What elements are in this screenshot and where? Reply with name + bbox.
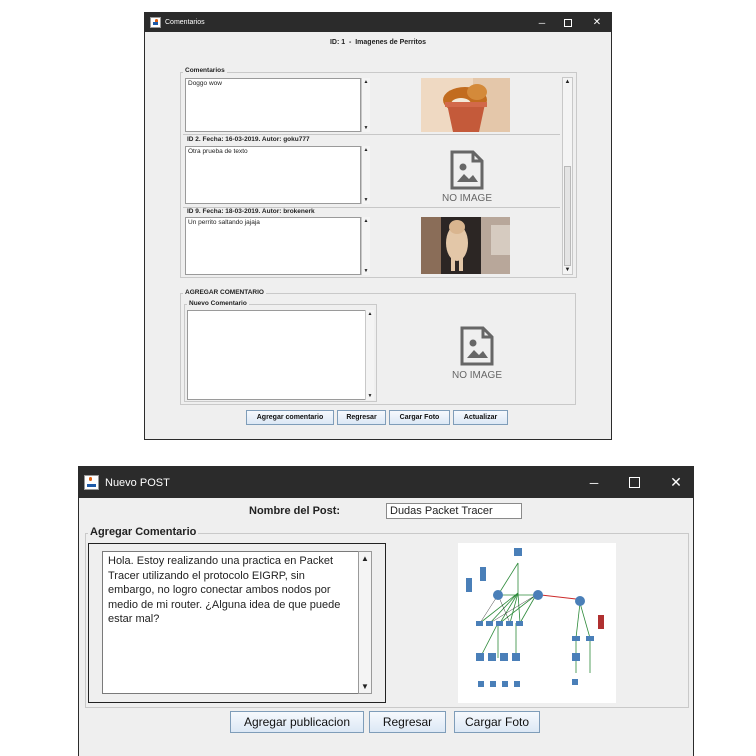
comment-3-scrollbar[interactable]: ▲ ▼: [361, 217, 370, 275]
comment-scrollbar[interactable]: ▲ ▼: [358, 551, 372, 694]
scroll-down-icon[interactable]: ▼: [366, 393, 374, 399]
nuevo-post-window: Nuevo POST ─ ✕ Nombre del Post: Dudas Pa…: [78, 466, 694, 756]
window-title: Nuevo POST: [105, 476, 170, 489]
no-image-label: NO IMAGE: [451, 369, 502, 381]
maximize-button[interactable]: [619, 467, 649, 498]
comments-panel: Comentarios Doggo wow ▲ ▼ ID 2. Fecha: 1…: [180, 67, 577, 278]
new-comment-panel: Nuevo Comentario ▲ ▼: [184, 300, 377, 402]
scroll-down-icon[interactable]: ▼: [563, 267, 572, 273]
comment-3-photo: [421, 217, 510, 274]
publish-button[interactable]: Agregar publicacion: [230, 711, 364, 733]
add-comment-panel-title: Agregar Comentario: [88, 526, 199, 538]
post-id: ID: 1: [329, 39, 346, 46]
comment-text-3[interactable]: Un perrito saltando jajaja: [185, 217, 361, 275]
java-app-icon: [84, 475, 99, 490]
scroll-down-icon[interactable]: ▼: [362, 125, 370, 131]
post-title: Imagenes de Perritos: [355, 39, 427, 46]
post-name-label: Nombre del Post:: [249, 505, 341, 517]
no-image-icon: [450, 150, 484, 190]
window-title: Comentarios: [165, 19, 205, 26]
scroll-down-icon[interactable]: ▼: [362, 197, 370, 203]
refresh-button[interactable]: Actualizar: [453, 410, 508, 425]
scroll-up-icon[interactable]: ▲: [366, 311, 374, 317]
minimize-icon: ─: [538, 17, 546, 28]
maximize-icon: [628, 477, 640, 488]
scroll-down-icon[interactable]: ▼: [359, 682, 371, 691]
add-comment-panel: Agregar Comentario Hola. Estoy realizand…: [85, 526, 689, 708]
post-header: ID: 1 - Imagenes de Perritos: [145, 39, 611, 46]
close-icon: ✕: [670, 474, 682, 490]
add-comment-panel: AGREGAR COMENTARIO Nuevo Comentario ▲ ▼ …: [180, 289, 576, 405]
back-button[interactable]: Regresar: [337, 410, 386, 425]
scroll-up-icon[interactable]: ▲: [362, 79, 370, 85]
network-diagram-image: [458, 543, 616, 703]
scroll-up-icon[interactable]: ▲: [362, 218, 370, 224]
close-button[interactable]: ✕: [661, 467, 691, 498]
comments-list-scrollbar[interactable]: ▲ ▼: [562, 77, 573, 275]
no-image-icon: [460, 326, 494, 365]
comment-meta-3: ID 9. Fecha: 18-03-2019. Autor: brokener…: [187, 208, 315, 215]
upload-photo-button[interactable]: Cargar Foto: [454, 711, 540, 733]
scroll-up-icon[interactable]: ▲: [362, 147, 370, 153]
no-image-label: NO IMAGE: [441, 193, 492, 204]
maximize-icon: [564, 18, 572, 27]
upload-photo-button[interactable]: Cargar Foto: [389, 410, 450, 425]
close-button[interactable]: ✕: [585, 13, 609, 32]
comment-separator-1: [183, 134, 560, 135]
comment-2-scrollbar[interactable]: ▲ ▼: [361, 146, 370, 204]
minimize-button[interactable]: ─: [531, 13, 553, 32]
header-separator: -: [349, 39, 352, 46]
maximize-button[interactable]: [557, 13, 579, 32]
minimize-icon: ─: [589, 475, 599, 490]
new-comment-scrollbar[interactable]: ▲ ▼: [365, 310, 374, 400]
comments-panel-title: Comentarios: [183, 67, 227, 74]
add-comment-panel-title: AGREGAR COMENTARIO: [183, 289, 266, 296]
scroll-up-icon[interactable]: ▲: [359, 554, 371, 563]
close-icon: ✕: [592, 17, 602, 28]
scroll-up-icon[interactable]: ▲: [563, 79, 572, 85]
new-comment-no-image: NO IMAGE: [433, 320, 521, 386]
post-name-input[interactable]: Dudas Packet Tracer: [386, 503, 522, 519]
java-app-icon: [150, 17, 161, 28]
comment-2-no-image: NO IMAGE: [427, 147, 507, 207]
add-comment-button[interactable]: Agregar comentario: [246, 410, 334, 425]
scroll-down-icon[interactable]: ▼: [362, 268, 370, 274]
comment-editor-frame: Hola. Estoy realizando una practica en P…: [88, 543, 386, 703]
minimize-button[interactable]: ─: [579, 467, 609, 498]
comment-textarea[interactable]: Hola. Estoy realizando una practica en P…: [102, 551, 359, 694]
comment-1-photo: [421, 78, 510, 132]
comment-text-2[interactable]: Otra prueba de texto: [185, 146, 361, 204]
back-button[interactable]: Regresar: [369, 711, 446, 733]
new-comment-input[interactable]: [187, 310, 367, 400]
comentarios-window: Comentarios ─ ✕ ID: 1 - Imagenes de Perr…: [144, 12, 612, 440]
comment-1-scrollbar[interactable]: ▲ ▼: [361, 78, 370, 132]
new-comment-panel-title: Nuevo Comentario: [187, 300, 249, 307]
comment-meta-2: ID 2. Fecha: 16-03-2019. Autor: goku777: [187, 136, 310, 143]
comments-list-scroll-thumb[interactable]: [564, 166, 571, 266]
comment-text-1[interactable]: Doggo wow: [185, 78, 361, 132]
